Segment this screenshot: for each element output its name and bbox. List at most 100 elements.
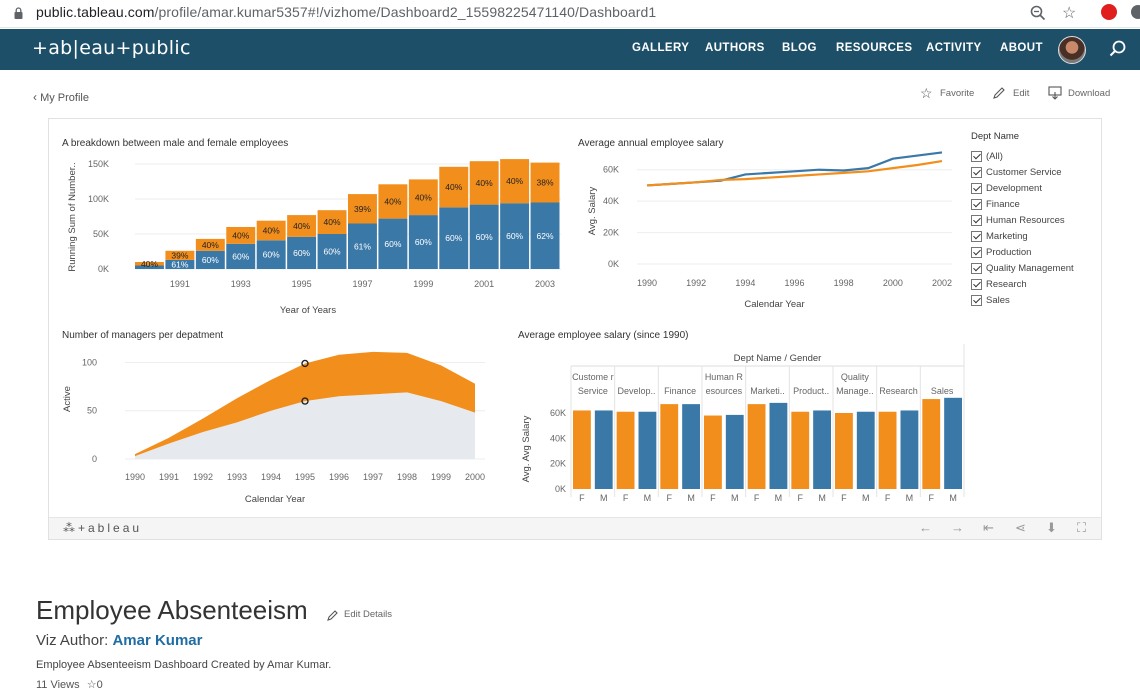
favorite-button[interactable]: Favorite: [940, 88, 974, 99]
favorites-count: 0: [96, 679, 103, 691]
nav-about[interactable]: ABOUT: [1000, 42, 1043, 54]
zoom-icon[interactable]: [1030, 5, 1046, 26]
redo-icon[interactable]: →: [951, 520, 964, 535]
bar-female: [835, 413, 853, 489]
nav-resources[interactable]: RESOURCES: [836, 42, 912, 54]
nav-activity[interactable]: ACTIVITY: [926, 42, 982, 54]
profile-icon[interactable]: [1131, 5, 1140, 19]
download-icon[interactable]: [1048, 86, 1062, 105]
dept-label-line2: Service: [578, 386, 608, 396]
nav-gallery[interactable]: GALLERY: [632, 42, 689, 54]
legend-item[interactable]: Finance: [971, 196, 1096, 212]
edit-button[interactable]: Edit: [1013, 88, 1029, 99]
fullscreen-icon[interactable]: ⛶: [1077, 520, 1086, 536]
avatar[interactable]: [1058, 36, 1086, 64]
checkbox-checked-icon[interactable]: [971, 230, 982, 242]
tableau-viz: A breakdown between male and female empl…: [48, 118, 1102, 540]
author-link[interactable]: Amar Kumar: [112, 632, 202, 649]
nav-authors[interactable]: AUTHORS: [705, 42, 765, 54]
download-button[interactable]: Download: [1068, 88, 1110, 99]
dept-label-line2: esources: [706, 386, 743, 396]
gender-label: F: [623, 493, 629, 503]
favorite-star-icon[interactable]: ☆: [920, 85, 933, 102]
tableau-public-logo[interactable]: +ab|eau+public: [32, 37, 191, 59]
y-tick-label: 0K: [98, 264, 109, 274]
y-tick-label: 50K: [93, 229, 109, 239]
panel-4-title: Average employee salary (since 1990): [518, 330, 689, 341]
checkbox-checked-icon[interactable]: [971, 198, 982, 210]
nav-blog[interactable]: BLOG: [782, 42, 817, 54]
checkbox-checked-icon[interactable]: [971, 166, 982, 178]
gender-label: F: [579, 493, 585, 503]
checkbox-checked-icon[interactable]: [971, 294, 982, 306]
bar-label-male: 60%: [415, 237, 432, 247]
viz-download-icon[interactable]: ⬇: [1046, 520, 1057, 536]
bar-female: [878, 411, 897, 489]
x-tick-label: 1993: [227, 472, 247, 482]
edit-details-button[interactable]: Edit Details: [344, 609, 392, 620]
salary-line-chart[interactable]: 0K 20K 40K 60K 1990 1992 1994 1996 1998 2000 2002 C…: [569, 149, 969, 314]
gender-label: F: [710, 493, 716, 503]
x-tick-label: 1996: [784, 278, 804, 288]
bar-male: [900, 410, 919, 489]
undo-icon[interactable]: ←: [919, 520, 932, 535]
legend-item[interactable]: (All): [971, 148, 1096, 164]
legend-item[interactable]: Production: [971, 244, 1096, 260]
y-tick-label: 100K: [88, 194, 109, 204]
x-tick-label: 2002: [932, 278, 952, 288]
gender-breakdown-chart[interactable]: 0K50K100K150K40% 61%39% 60%40%60%40%60%40%…: [49, 149, 569, 319]
x-tick-label: 1999: [431, 472, 451, 482]
bar-label-male: 60%: [324, 247, 341, 257]
y-tick-label: 0: [92, 454, 97, 464]
x-tick-label: 1997: [363, 472, 383, 482]
x-tick-label: 1991: [159, 472, 179, 482]
bar-female: [922, 399, 941, 489]
revert-icon[interactable]: ⇤: [983, 520, 994, 536]
legend-item[interactable]: Quality Management: [971, 260, 1096, 276]
bar-label-female: 38%: [537, 178, 554, 188]
checkbox-checked-icon[interactable]: [971, 246, 982, 258]
back-to-profile-link[interactable]: ‹ My Profile: [33, 90, 89, 104]
checkbox-checked-icon[interactable]: [971, 214, 982, 226]
search-icon[interactable]: [1109, 40, 1127, 63]
pencil-icon[interactable]: [992, 86, 1006, 105]
bar-male: [944, 397, 962, 489]
edit-details-pencil-icon[interactable]: [326, 609, 339, 627]
bar-label-male: 60%: [202, 255, 219, 265]
checkbox-checked-icon[interactable]: [971, 278, 982, 290]
legend-item[interactable]: Research: [971, 276, 1096, 292]
url-host: public.tableau.com: [36, 4, 155, 20]
legend-item[interactable]: Development: [971, 180, 1096, 196]
managers-area-chart[interactable]: 0 50 100 1990 1991 1992 1993 1994 1995 1996 1997 19…: [49, 344, 509, 509]
bar-label-female: 40%: [263, 226, 280, 236]
checkbox-checked-icon[interactable]: [971, 182, 982, 194]
views-label: 11 Views: [36, 679, 80, 691]
line-series-m: [646, 151, 943, 187]
share-icon[interactable]: ⋖: [1015, 520, 1026, 536]
dept-salary-bar-chart[interactable]: Dept Name / Gender 0K 20K 40K 60K Custome r Se…: [509, 344, 969, 504]
lock-icon: [14, 6, 23, 19]
extension-icon[interactable]: [1101, 4, 1117, 20]
bookmark-star-icon[interactable]: ☆: [1062, 3, 1076, 23]
y-tick-label: 40K: [550, 433, 566, 443]
checkbox-checked-icon[interactable]: [971, 262, 982, 274]
url-field[interactable]: public.tableau.com/profile/amar.kumar535…: [36, 4, 656, 20]
y-tick-label: 20K: [603, 228, 619, 238]
x-tick-label: 1991: [170, 279, 190, 289]
dept-label: Develop..: [617, 386, 655, 396]
checkbox-checked-icon[interactable]: [971, 150, 982, 162]
dept-header: Dept Name / Gender: [734, 353, 822, 364]
gender-label: F: [754, 493, 760, 503]
y-tick-label: 60K: [603, 165, 619, 175]
legend-item[interactable]: Customer Service: [971, 164, 1096, 180]
legend-item-label: Marketing: [986, 230, 1028, 242]
top-navigation: +ab|eau+public GALLERY AUTHORS BLOG RESO…: [0, 29, 1140, 70]
x-tick-label: 1992: [686, 278, 706, 288]
y-tick-label: 150K: [88, 159, 109, 169]
legend-item[interactable]: Human Resources: [971, 212, 1096, 228]
x-tick-label: 1995: [292, 279, 312, 289]
legend-item[interactable]: Sales: [971, 292, 1096, 308]
legend-item[interactable]: Marketing: [971, 228, 1096, 244]
x-tick-label: 1990: [125, 472, 145, 482]
line-series-f: [646, 159, 943, 187]
